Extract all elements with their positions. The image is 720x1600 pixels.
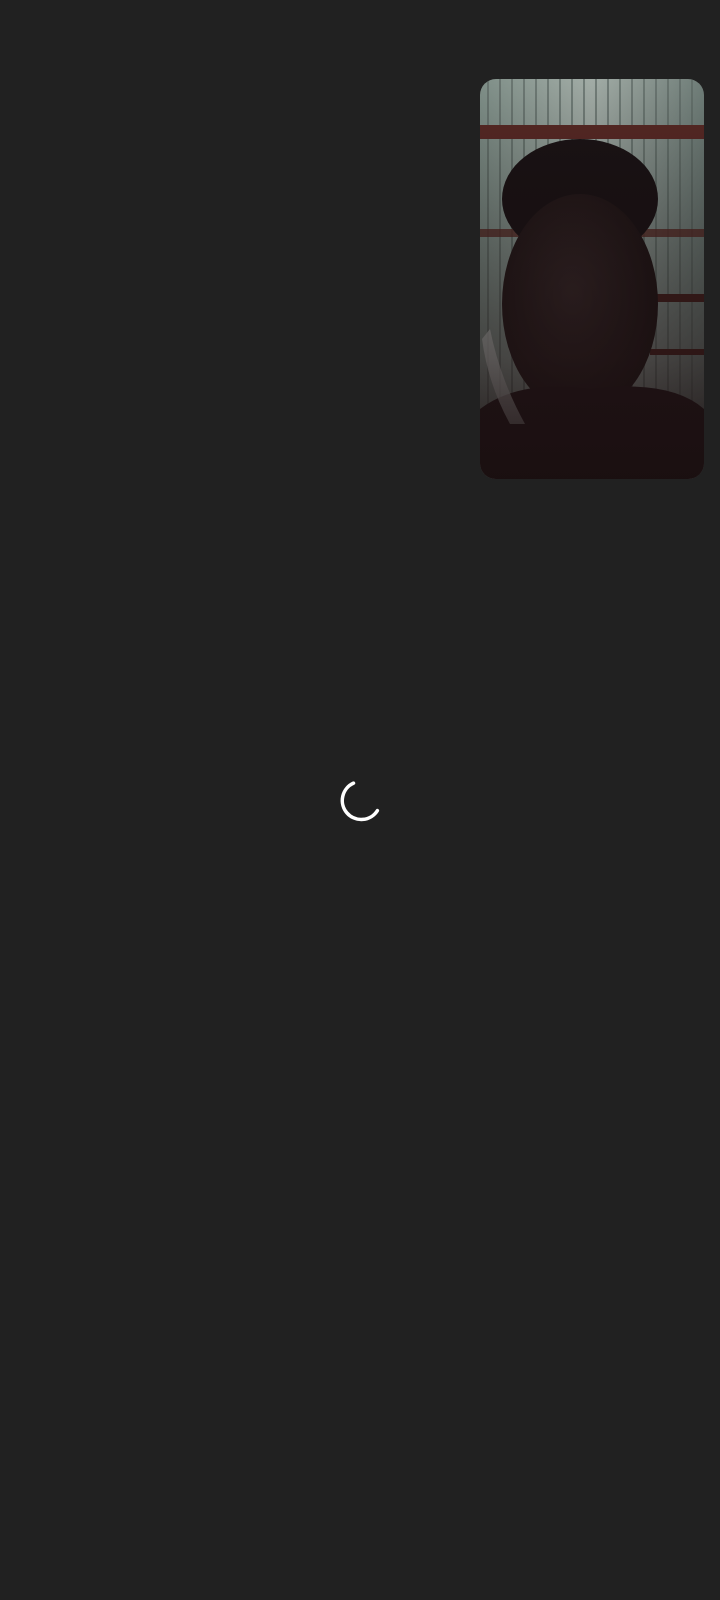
self-camera-image <box>480 79 704 479</box>
video-call-screen <box>0 0 720 1600</box>
spinner-icon <box>336 777 384 825</box>
self-view-preview[interactable] <box>480 79 704 479</box>
